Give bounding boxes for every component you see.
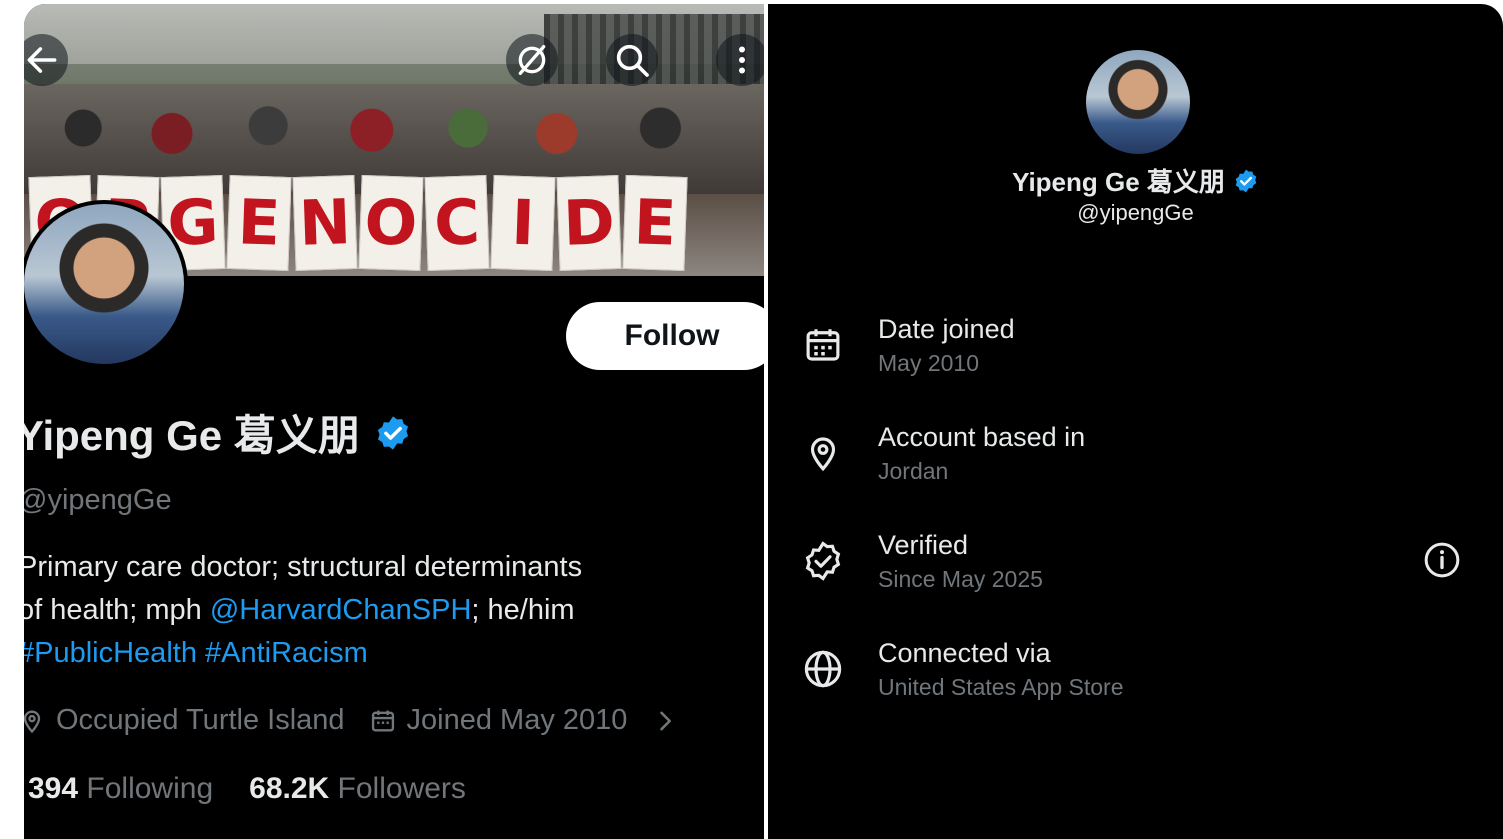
row-title: Date joined [878,314,1015,344]
profile-avatar[interactable] [24,200,188,368]
bio-line: Primary care doctor; structural determin… [24,551,583,583]
calendar-icon [371,710,394,731]
info-icon[interactable] [1422,540,1462,580]
bio-line: #PublicHealth #AntiRacism [24,632,738,675]
followers-label: Followers [337,772,466,805]
row-title: Connected via [878,638,1051,668]
following-count: 394 [28,772,79,805]
row-value: Since May 2025 [878,566,1043,592]
profile-bio: Primary care doctor; structural determin… [24,546,738,675]
bio-text: of health; mph [24,594,210,626]
followers-link[interactable]: 68.2K Followers [249,772,466,806]
row-value: Jordan [878,458,949,484]
row-value: United States App Store [878,674,1124,700]
search-icon [616,44,649,77]
profile-panel: O P G E N O C I D E Follow Yipeng Ge 葛义朋… [24,4,764,839]
calendar-icon [806,329,840,361]
profile-meta: Occupied Turtle Island Joined May 2010 [24,704,679,737]
profile-name-row: Yipeng Ge 葛义朋 [24,402,412,463]
about-handle: @yipengGe [1077,200,1194,225]
follow-button[interactable]: Follow [566,302,764,370]
grok-icon [518,45,546,76]
location-pin-icon [810,437,836,472]
sign-letter: N [292,174,358,272]
row-title: Verified [878,530,969,560]
search-button[interactable] [606,34,658,86]
hashtag-link[interactable]: #PublicHealth [24,637,197,669]
verified-badge-icon [1235,169,1257,192]
profile-location: Occupied Turtle Island [56,704,345,736]
sign-letter: O [358,174,424,272]
sign-letter: I [490,174,556,272]
profile-joined-date: Joined May 2010 [406,704,628,736]
followers-count: 68.2K [249,772,330,805]
about-row-date-joined: Date joined May 2010 [802,310,1482,390]
bio-line: of health; mph @HarvardChanSPH; he/him [24,589,738,632]
sign-letter: E [226,174,292,272]
bio-text: ; he/him [471,594,575,626]
row-title: Account based in [878,422,1086,452]
about-display-name: Yipeng Ge 葛义朋 [1012,167,1225,197]
grok-button[interactable] [506,34,558,86]
profile-handle: @yipengGe [24,484,172,516]
hashtag-link[interactable]: #AntiRacism [205,637,368,669]
profile-display-name: Yipeng Ge 葛义朋 [24,412,360,459]
about-row-account-based-in: Account based in Jordan [802,418,1482,498]
more-options-button[interactable] [716,34,764,86]
following-label: Following [86,772,214,805]
chevron-right-icon[interactable] [651,707,679,735]
arrow-left-icon [27,47,57,73]
mention-link[interactable]: @HarvardChanSPH [210,594,472,626]
sign-letter: E [622,174,688,272]
sign-letter: D [556,174,622,272]
verified-icon [805,541,841,581]
sign-letter: C [424,174,490,272]
profile-stats: 394 Following 68.2K Followers [28,772,466,806]
row-value: May 2010 [878,350,980,376]
verified-badge-icon[interactable] [374,414,412,452]
more-vertical-icon [739,46,745,74]
location-pin-icon [24,710,41,733]
globe-icon [804,650,842,688]
about-account-panel: Yipeng Ge 葛义朋 @yipengGe Date joined May … [768,4,1503,839]
about-row-connected-via: Connected via United States App Store [802,634,1482,714]
about-name-row: Yipeng Ge 葛义朋 [768,162,1503,199]
about-avatar [1086,50,1190,154]
about-row-verified: Verified Since May 2025 [802,526,1482,606]
following-link[interactable]: 394 Following [28,772,213,806]
